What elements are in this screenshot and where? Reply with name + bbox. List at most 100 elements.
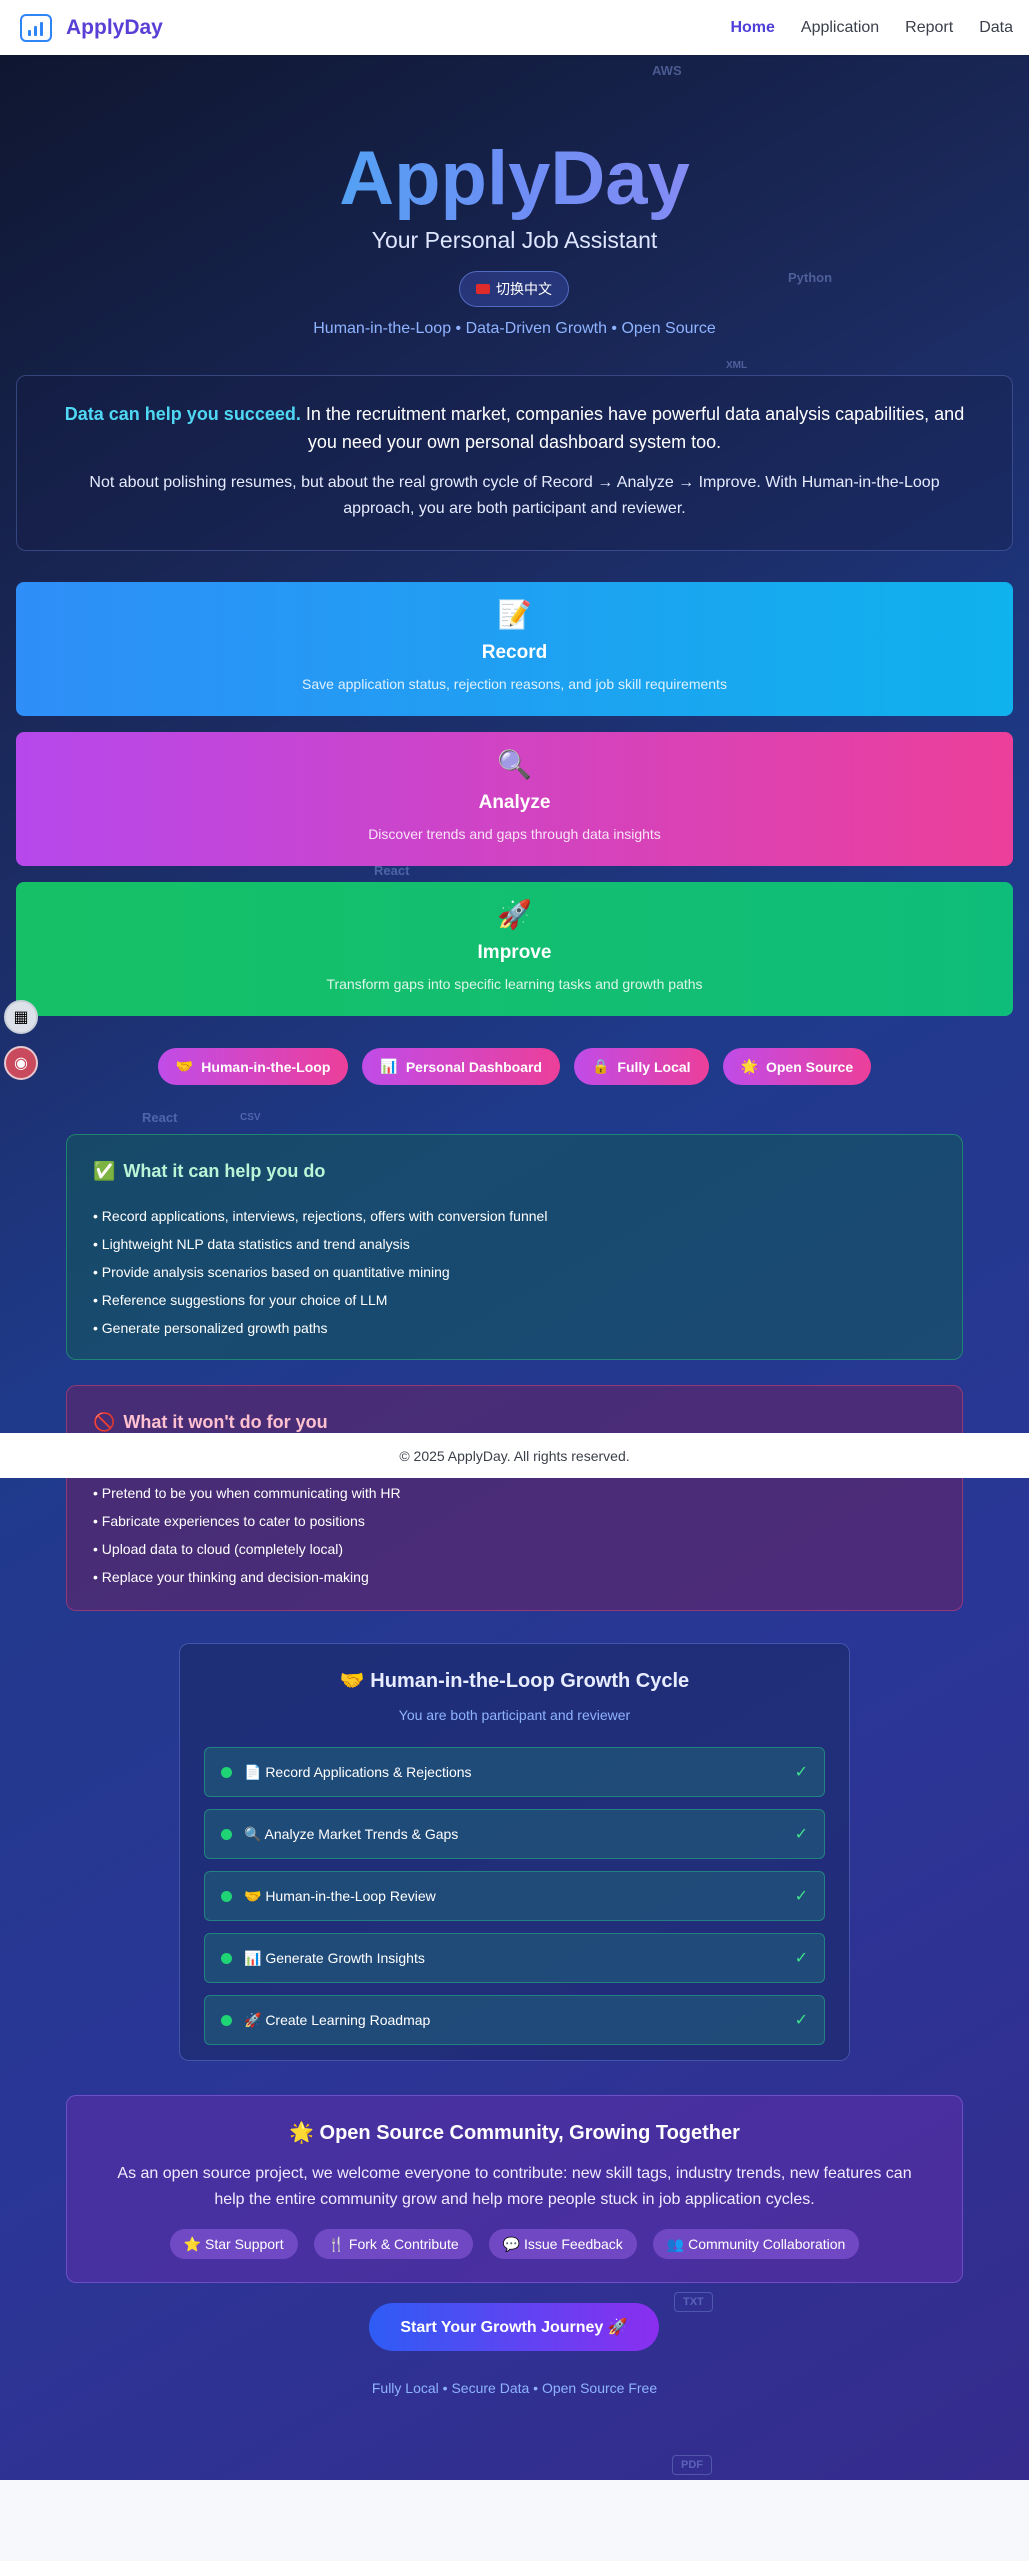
wont-do-title: What it won't do for you: [123, 1412, 328, 1432]
list-item: Generate personalized growth paths: [93, 1314, 936, 1342]
rocket-icon: 🚀: [497, 899, 532, 930]
list-item: Provide analysis scenarios based on quan…: [93, 1258, 936, 1286]
prohibited-icon: 🚫: [93, 1412, 116, 1432]
pill-label: Personal Dashboard: [405, 1058, 542, 1075]
community-title: 🌟 Open Source Community, Growing Togethe…: [289, 2122, 740, 2144]
can-help-title: What it can help you do: [123, 1161, 326, 1181]
can-help-panel: ✅ What it can help you do Record applicat…: [66, 1134, 963, 1360]
cycle-step: 📄 Record Applications & Rejections ✓: [204, 1747, 825, 1797]
improve-card[interactable]: 🚀 Improve Transform gaps into specific l…: [16, 882, 1013, 1016]
record-title: Record: [481, 642, 548, 663]
growth-cycle-subtitle: You are both participant and reviewer: [398, 1707, 631, 1723]
list-item: Record applications, interviews, rejecti…: [93, 1202, 936, 1230]
check-mark-icon: ✅: [93, 1161, 116, 1181]
nav-link-data[interactable]: Data: [979, 19, 1013, 37]
floating-tag: PDF: [672, 2455, 712, 2475]
growth-cycle-title: 🤝 Human-in-the-Loop Growth Cycle: [339, 1670, 690, 1692]
hero-section: AWS Python XML React React CSV TXT PDF A…: [0, 55, 1029, 2480]
intro-highlight: Data can help you succeed.: [64, 404, 301, 424]
wont-do-panel: 🚫 What it won't do for you Pretend to be …: [66, 1385, 963, 1611]
check-icon: ✓: [794, 1764, 808, 1781]
handshake-icon: 🤝: [175, 1058, 194, 1074]
community-chips: ⭐ Star Support 🍴 Fork & Contribute 💬 Iss…: [103, 2229, 926, 2259]
cycle-step-label: 🔍 Analyze Market Trends & Gaps: [244, 1825, 459, 1842]
analyze-title: Analyze: [478, 792, 551, 813]
star-support-chip[interactable]: ⭐ Star Support: [169, 2229, 298, 2259]
magnifier-icon: 🔍: [497, 749, 532, 780]
hero-subtitle: Your Personal Job Assistant: [371, 227, 658, 253]
growth-cycle-list: 📄 Record Applications & Rejections ✓ 🔍 An…: [204, 1747, 825, 2045]
community-text: As an open source project, we welcome ev…: [117, 2165, 912, 2208]
pill-human-in-the-loop[interactable]: 🤝 Human-in-the-Loop: [157, 1048, 349, 1085]
list-item: Pretend to be you when communicating wit…: [93, 1479, 936, 1507]
status-dot-icon: [221, 1890, 232, 1902]
language-toggle-button[interactable]: 切换中文: [459, 271, 569, 307]
cycle-step-label: 🤝 Human-in-the-Loop Review: [244, 1887, 436, 1904]
cta-subtitle: Fully Local • Secure Data • Open Source …: [371, 2380, 658, 2396]
wont-do-list: Pretend to be you when communicating wit…: [93, 1479, 936, 1591]
status-dot-icon: [221, 1952, 232, 1964]
cycle-step-label: 📄 Record Applications & Rejections: [244, 1763, 472, 1780]
fork-contribute-chip[interactable]: 🍴 Fork & Contribute: [313, 2229, 473, 2259]
pill-label: Open Source: [765, 1058, 854, 1075]
list-item: Reference suggestions for your choice of…: [93, 1286, 936, 1314]
can-help-list: Record applications, interviews, rejecti…: [93, 1202, 936, 1342]
floating-tag: XML: [726, 360, 748, 371]
status-dot-icon: [221, 2014, 232, 2026]
cycle-step: 📊 Generate Growth Insights ✓: [204, 1933, 825, 1983]
analyze-card[interactable]: 🔍 Analyze Discover trends and gaps throu…: [16, 732, 1013, 866]
bar-chart-icon: 📊: [380, 1058, 398, 1074]
pill-fully-local[interactable]: 🔒 Fully Local: [573, 1048, 709, 1085]
memo-icon: 📝: [497, 599, 532, 630]
wont-do-title-row: 🚫 What it won't do for you: [93, 1412, 936, 1433]
growth-cycle-panel: 🤝 Human-in-the-Loop Growth Cycle You are…: [179, 1643, 850, 2061]
list-item: Upload data to cloud (completely local): [93, 1535, 936, 1563]
hero-tagline: Human-in-the-Loop • Data-Driven Growth •…: [313, 320, 716, 337]
feature-pills: 🤝 Human-in-the-Loop 📊 Personal Dashboard 🔒…: [0, 1048, 1029, 1085]
start-journey-button[interactable]: Start Your Growth Journey 🚀: [369, 2303, 659, 2351]
cycle-step: 🤝 Human-in-the-Loop Review ✓: [204, 1871, 825, 1921]
list-item: Replace your thinking and decision-makin…: [93, 1563, 936, 1591]
language-toggle-label: 切换中文: [496, 281, 552, 297]
floating-tag: CSV: [240, 1112, 261, 1123]
check-icon: ✓: [794, 1826, 808, 1843]
floating-tag: AWS: [652, 63, 682, 78]
floating-tag: TXT: [674, 2292, 713, 2312]
improve-title: Improve: [477, 942, 552, 963]
analyze-description: Discover trends and gaps through data in…: [368, 826, 661, 842]
check-icon: ✓: [794, 1950, 808, 1967]
cycle-step: 🚀 Create Learning Roadmap ✓: [204, 1995, 825, 2045]
plugin-icon[interactable]: ◉: [4, 1046, 38, 1080]
grid-apps-icon[interactable]: ▦: [4, 1000, 38, 1034]
floating-tag: React: [142, 1110, 178, 1125]
nav-links: Home Application Report Data: [730, 19, 1013, 37]
pill-personal-dashboard[interactable]: 📊 Personal Dashboard: [362, 1048, 560, 1085]
check-icon: ✓: [794, 2012, 808, 2029]
community-collaboration-chip[interactable]: 👥 Community Collaboration: [652, 2229, 860, 2259]
star-icon: 🌟: [740, 1058, 758, 1074]
intro-text: Data can help you succeed. In the recrui…: [57, 400, 972, 456]
pill-open-source[interactable]: 🌟 Open Source: [722, 1048, 872, 1085]
lock-icon: 🔒: [591, 1058, 610, 1074]
nav-link-home[interactable]: Home: [730, 19, 774, 37]
issue-feedback-chip[interactable]: 💬 Issue Feedback: [488, 2229, 637, 2259]
pill-label: Human-in-the-Loop: [201, 1058, 331, 1075]
footer-copyright: © 2025 ApplyDay. All rights reserved.: [399, 1447, 630, 1464]
nav-link-application[interactable]: Application: [801, 19, 879, 37]
check-icon: ✓: [794, 1888, 808, 1905]
nav-link-report[interactable]: Report: [905, 19, 953, 37]
navbar: ApplyDay Home Application Report Data: [0, 0, 1029, 55]
footer: © 2025 ApplyDay. All rights reserved.: [0, 1433, 1029, 1478]
status-dot-icon: [221, 1766, 232, 1778]
brand[interactable]: ApplyDay: [20, 13, 163, 42]
floating-tag: Python: [788, 270, 833, 285]
china-flag-icon: [476, 284, 490, 294]
can-help-title-row: ✅ What it can help you do: [93, 1161, 936, 1182]
list-item: Lightweight NLP data statistics and tren…: [93, 1230, 936, 1258]
cycle-step: 🔍 Analyze Market Trends & Gaps ✓: [204, 1809, 825, 1859]
list-item: Fabricate experiences to cater to positi…: [93, 1507, 936, 1535]
intro-line1: In the recruitment market, companies hav…: [300, 404, 965, 452]
record-card[interactable]: 📝 Record Save application status, reject…: [16, 582, 1013, 716]
improve-description: Transform gaps into specific learning ta…: [326, 976, 703, 992]
record-description: Save application status, rejection reaso…: [302, 676, 727, 692]
